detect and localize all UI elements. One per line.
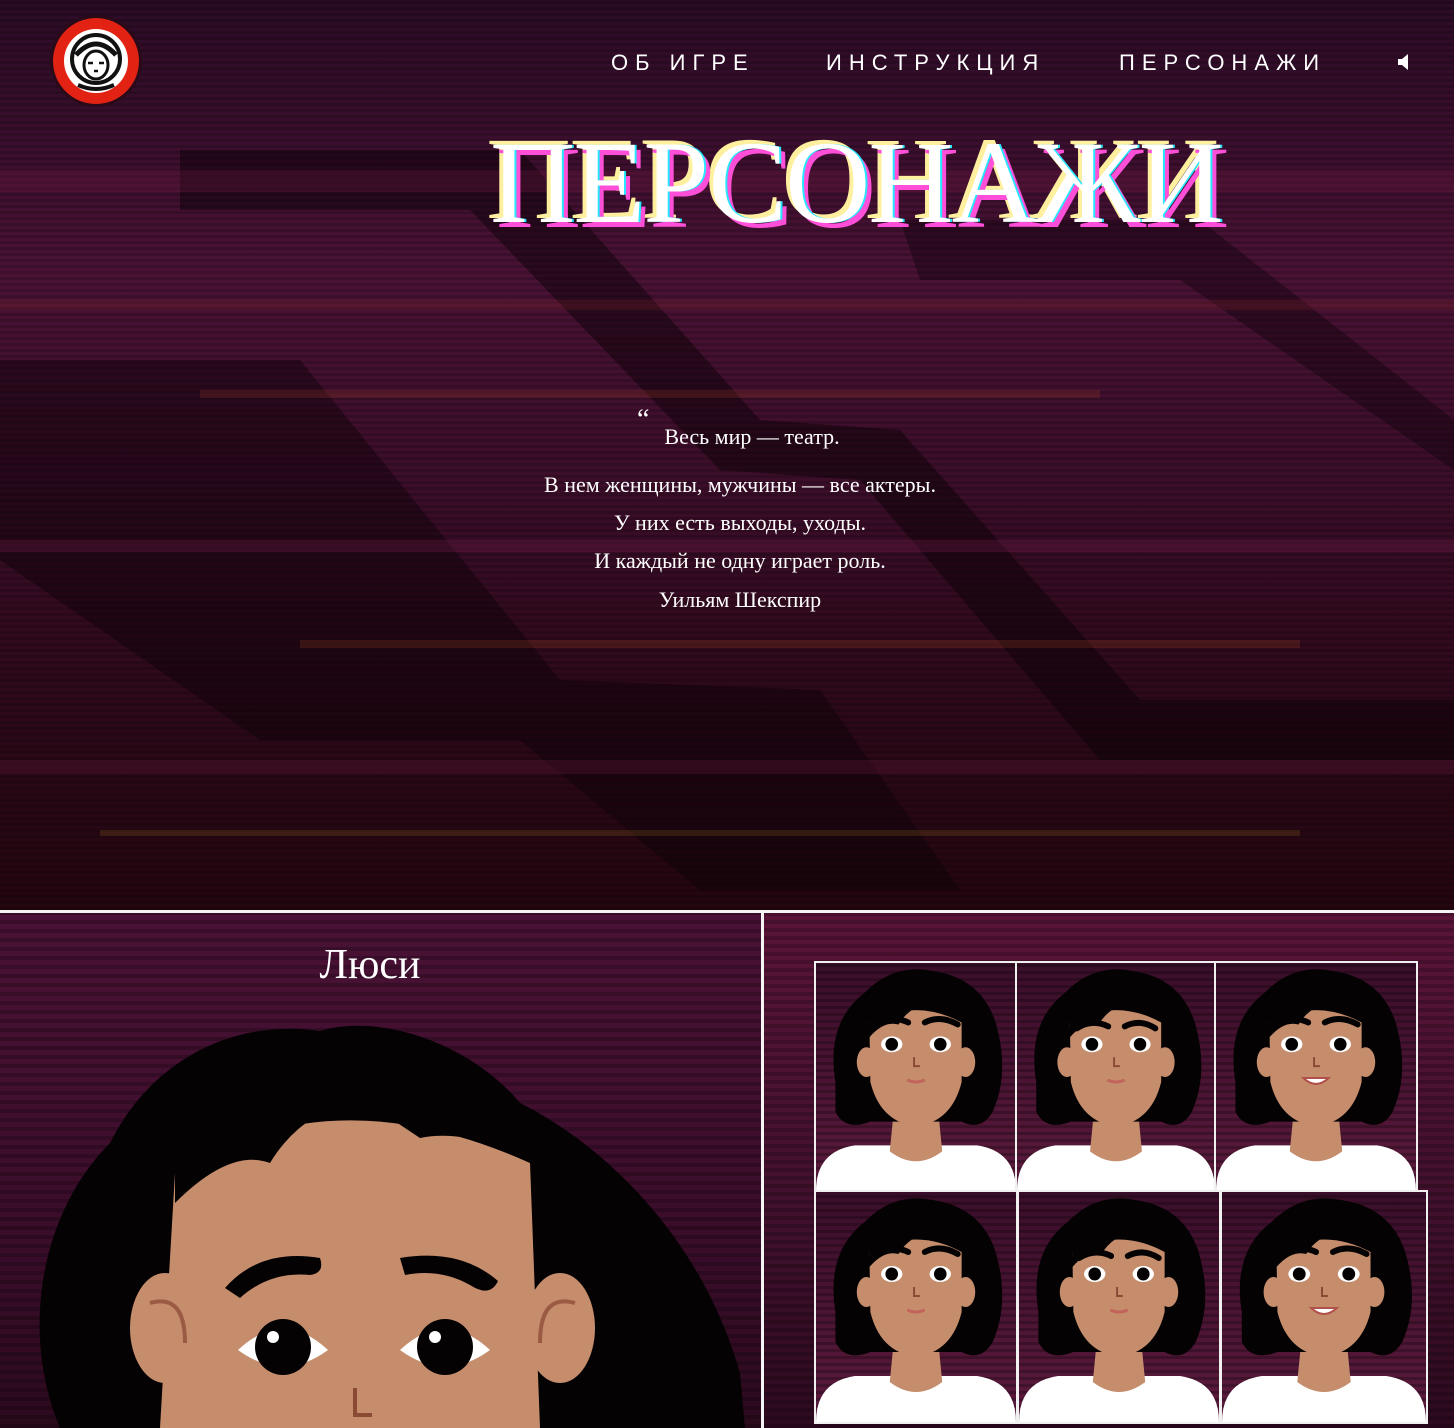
nav-item-instructions[interactable]: ИНСТРУКЦИЯ	[826, 50, 1045, 76]
quote-line-4: И каждый не одну играет роль.	[594, 548, 886, 573]
expression-card-neutral[interactable]	[814, 961, 1018, 1193]
nav-item-characters[interactable]: ПЕРСОНАЖИ	[1119, 50, 1326, 76]
cosmonaut-logo-icon[interactable]	[53, 18, 139, 104]
expression-card-frown-2[interactable]	[1017, 1190, 1221, 1424]
quote-author: Уильям Шекспир	[658, 587, 822, 612]
speaker-icon[interactable]	[1396, 52, 1414, 72]
quote-line-1: Весь мир — театр.	[664, 424, 840, 449]
expression-card-smile-2[interactable]	[1220, 1190, 1428, 1424]
quote-line-2: В нем женщины, мужчины — все актеры.	[544, 472, 936, 497]
character-portrait-panel: Люси	[0, 913, 761, 1428]
expression-card-frown[interactable]	[1015, 961, 1217, 1193]
page-title: ПЕРСОНАЖИ ПЕРСОНАЖИ ПЕРСОНАЖИ ПЕРСОНАЖИ	[486, 114, 1280, 253]
quote-line-3: У них есть выходы, уходы.	[613, 510, 867, 535]
expression-card-smile[interactable]	[1214, 961, 1418, 1193]
character-portrait-large	[39, 1025, 745, 1428]
nav-item-about[interactable]: ОБ ИГРЕ	[611, 50, 755, 76]
page-title-text: ПЕРСОНАЖИ	[490, 117, 1224, 248]
expression-card-neutral-2[interactable]	[814, 1190, 1018, 1424]
expression-grid-panel	[764, 913, 1454, 1428]
top-navigation-bar: ОБ ИГРЕ ИНСТРУКЦИЯ ПЕРСОНАЖИ	[0, 0, 1454, 125]
